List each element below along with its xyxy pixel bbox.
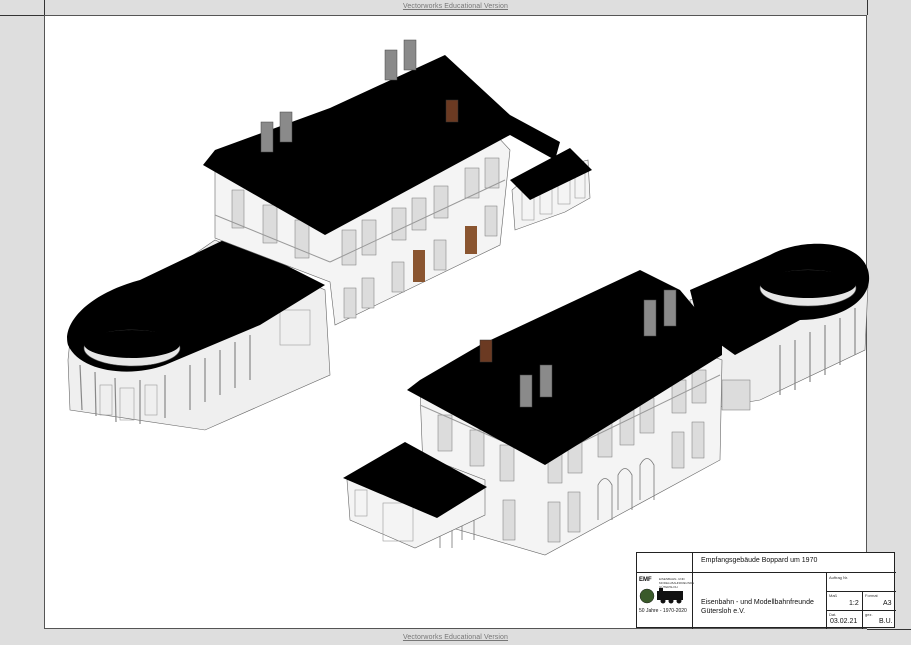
logo-mark: EMF	[639, 577, 652, 583]
logo-years: 1970-2020	[662, 608, 687, 614]
roof2-drum-top	[760, 270, 856, 298]
drawing-title: Empfangsgebäude Boppard um 1970	[701, 557, 818, 564]
roof-drum-top	[84, 330, 180, 358]
club-name-line1: Eisenbahn - und Modellbahnfreunde	[701, 599, 814, 606]
scale-value: 1:2	[849, 600, 859, 607]
title-block: Empfangsgebäude Boppard um 1970 EMF EISE…	[636, 552, 896, 629]
date-label: Dat.	[829, 612, 837, 617]
club-name-line2: Gütersloh e.V.	[701, 608, 746, 615]
date-value: 03.02.21	[830, 618, 858, 625]
club-name: Eisenbahn - und Modellbahnfreunde Güters…	[701, 598, 814, 616]
station-building-drawing	[67, 39, 870, 556]
format-value: A3	[883, 600, 892, 607]
author-label: gez.	[865, 612, 873, 617]
auftrag-label: Auftrag Nr.	[829, 575, 849, 580]
locomotive-icon	[639, 588, 683, 604]
building-view-2	[343, 243, 870, 556]
author-value: B.U.	[879, 618, 893, 625]
logo-anniversary: 50 Jahre	[639, 608, 659, 614]
scale-label: Maß	[829, 593, 837, 598]
format-label: Format	[865, 593, 878, 598]
club-logo: EMF EISENBAHN- UND MODELLBAHNFREUNDE GÜT…	[639, 577, 695, 614]
